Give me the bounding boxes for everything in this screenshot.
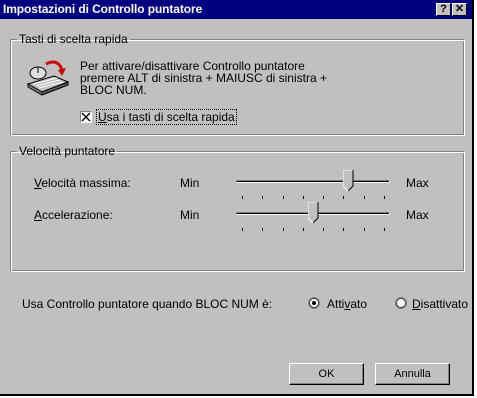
acceleration-tick bbox=[262, 228, 264, 231]
pointer-control-dialog: Impostazioni di Controllo puntatore ? ✕ … bbox=[0, 0, 474, 396]
title-bar: Impostazioni di Controllo puntatore ? ✕ bbox=[0, 0, 472, 19]
help-button[interactable]: ? bbox=[436, 3, 451, 16]
cancel-button[interactable]: Annulla bbox=[375, 363, 450, 385]
pointer-speed-group-title: Velocità puntatore bbox=[19, 144, 116, 158]
radio-off-disabled[interactable] bbox=[395, 297, 407, 309]
max-speed-tick bbox=[384, 196, 385, 199]
acceleration-min-label: Min bbox=[180, 208, 200, 222]
max-speed-label-rest: elocità massima: bbox=[41, 176, 131, 190]
acceleration-label: Accelerazione: bbox=[34, 208, 113, 222]
acceleration-tick bbox=[343, 228, 345, 231]
acceleration-tick bbox=[242, 228, 243, 231]
max-speed-tick bbox=[323, 196, 325, 199]
max-speed-tick bbox=[302, 196, 304, 199]
use-shortcut-mnemonic: U bbox=[98, 110, 107, 124]
numlock-prompt: Usa Controllo puntatore quando BLOC NUM … bbox=[22, 297, 273, 311]
acceleration-slider[interactable] bbox=[236, 202, 390, 232]
max-speed-slider[interactable] bbox=[236, 170, 390, 200]
acceleration-max-label: Max bbox=[406, 208, 429, 222]
acceleration-tick bbox=[302, 228, 304, 231]
acceleration-label-rest: ccelerazione: bbox=[42, 208, 113, 222]
acceleration-tick bbox=[282, 228, 284, 231]
max-speed-track bbox=[236, 180, 390, 183]
max-speed-tick bbox=[343, 196, 345, 199]
max-speed-thumb[interactable] bbox=[343, 170, 354, 192]
shortcut-keys-group-title: Tasti di scelta rapida bbox=[19, 32, 128, 46]
acceleration-tick bbox=[363, 228, 365, 231]
acceleration-thumb[interactable] bbox=[307, 202, 319, 224]
max-speed-min-label: Min bbox=[180, 176, 200, 190]
close-button[interactable]: ✕ bbox=[452, 3, 467, 16]
radio-off-mnemonic: D bbox=[412, 297, 421, 311]
checkmark-icon bbox=[81, 112, 91, 122]
max-speed-tick bbox=[242, 196, 243, 199]
max-speed-tick bbox=[262, 196, 264, 199]
max-speed-tick bbox=[282, 196, 284, 199]
radio-on-label-post: ato bbox=[350, 297, 368, 311]
window-title: Impostazioni di Controllo puntatore bbox=[3, 2, 203, 16]
use-shortcut-label-rest: sa i tasti di scelta rapida bbox=[106, 110, 235, 124]
radio-on-label[interactable]: Attivato bbox=[327, 297, 367, 311]
acceleration-tick bbox=[323, 228, 325, 231]
acceleration-tick bbox=[384, 228, 385, 231]
acceleration-mnemonic: A bbox=[34, 208, 43, 222]
max-speed-tick bbox=[363, 196, 365, 199]
mouse-keyboard-icon bbox=[24, 58, 72, 100]
use-shortcut-checkbox[interactable] bbox=[80, 111, 92, 123]
max-speed-max-label: Max bbox=[406, 176, 429, 190]
radio-off-label-post: isattivato bbox=[420, 297, 469, 311]
max-speed-label: Velocità massima: bbox=[34, 176, 131, 190]
radio-on-enabled[interactable] bbox=[308, 297, 320, 309]
use-shortcut-label[interactable]: Usa i tasti di scelta rapida bbox=[96, 109, 237, 125]
ok-button[interactable]: OK bbox=[289, 363, 364, 385]
shortcut-description-line-3: BLOC NUM. bbox=[80, 83, 147, 97]
radio-on-label-pre: Atti bbox=[327, 297, 345, 311]
radio-off-label[interactable]: Disattivato bbox=[412, 297, 468, 311]
